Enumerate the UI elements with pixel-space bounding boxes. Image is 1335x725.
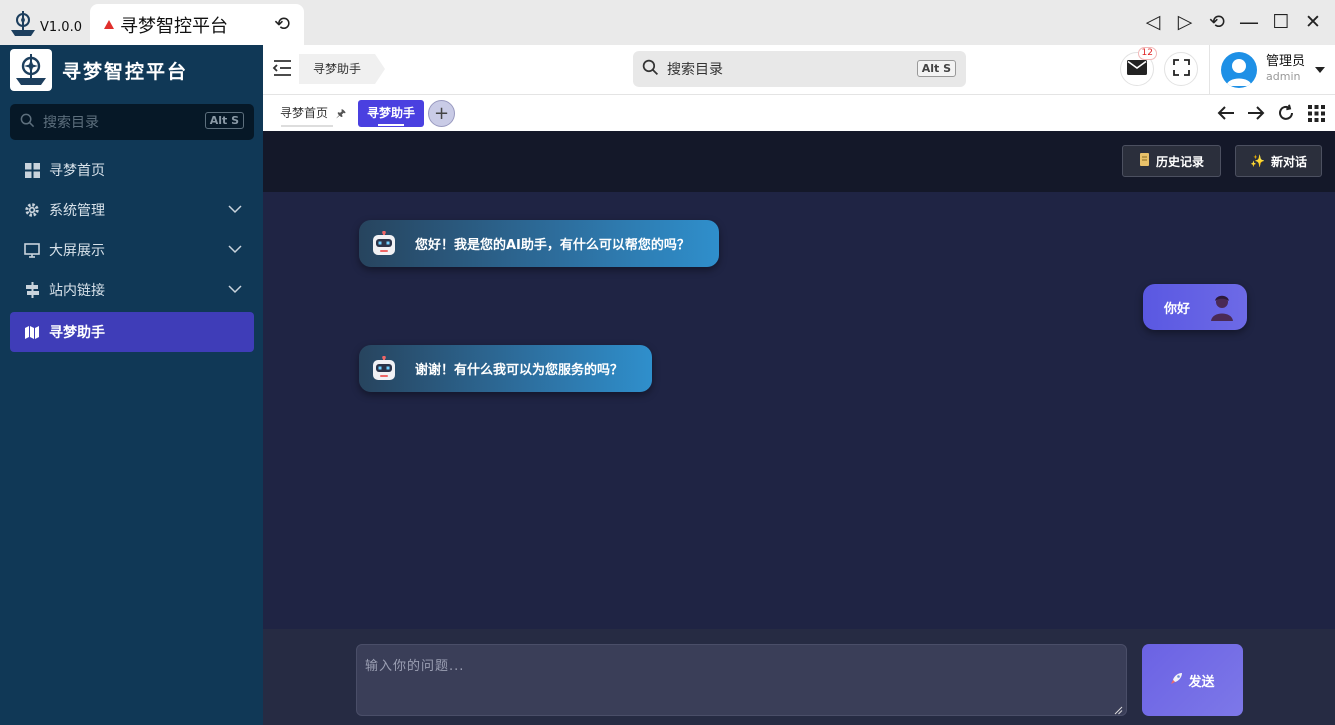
tab-home[interactable]: 寻梦首页 🖈 <box>271 100 355 127</box>
user-role: admin <box>1266 70 1301 83</box>
brand-name: 寻梦智控平台 <box>62 60 189 83</box>
menu-fold-icon[interactable] <box>272 59 292 81</box>
window-titlebar: V1.0.0 寻梦智控平台 ⟲ ◁ ▷ ⟲ — ☐ ✕ <box>0 0 1335 45</box>
gear-icon <box>24 202 40 218</box>
tab-label: 寻梦首页 <box>280 106 329 120</box>
app-logo-icon <box>6 6 40 40</box>
monitor-icon <box>24 242 40 258</box>
chevron-down-icon <box>228 282 242 298</box>
caret-down-icon[interactable] <box>1315 67 1325 73</box>
grid-icon <box>24 162 40 178</box>
sidebar-item-dashboard[interactable]: 大屏展示 <box>10 230 254 270</box>
search-icon <box>20 113 35 132</box>
map-icon <box>24 324 40 340</box>
mail-badge: 12 <box>1137 47 1157 60</box>
chat-panel: 历史记录 ✨ 新对话 您好！我是您的AI助手，有什么可以帮您的吗？ 你好 谢谢！… <box>263 131 1335 725</box>
robot-icon <box>371 230 397 257</box>
sidebar-item-home[interactable]: 寻梦首页 <box>10 150 254 190</box>
plus-icon: + <box>433 102 450 124</box>
fullscreen-icon <box>1172 58 1190 80</box>
send-label: 发送 <box>1188 673 1215 689</box>
fullscreen-button[interactable] <box>1164 52 1198 86</box>
chat-messages: 您好！我是您的AI助手，有什么可以帮您的吗？ 你好 谢谢！有什么我可以为您服务的… <box>263 192 1335 629</box>
header: 寻梦助手 搜索目录 Alt S 12 管理员 admin <box>263 45 1335 95</box>
user-message: 你好 <box>1143 284 1247 330</box>
back-icon[interactable]: ◁ <box>1137 9 1169 35</box>
header-search-placeholder: 搜索目录 <box>667 62 723 78</box>
tab-tools <box>1215 102 1327 124</box>
sidebar-search-placeholder: 搜索目录 <box>43 115 99 131</box>
tabs-bar: 寻梦首页 🖈 寻梦助手 + <box>263 95 1335 131</box>
chat-toolbar: 历史记录 ✨ 新对话 <box>263 131 1335 192</box>
maximize-icon[interactable]: ☐ <box>1265 9 1297 35</box>
avatar[interactable] <box>1221 52 1257 88</box>
app-version: V1.0.0 <box>40 20 82 35</box>
browser-tab-title: 寻梦智控平台 <box>120 15 228 37</box>
forward-icon[interactable]: ▷ <box>1169 9 1201 35</box>
sidebar-item-label: 寻梦助手 <box>49 325 105 341</box>
resize-grip-icon[interactable] <box>1114 704 1123 719</box>
message-text: 谢谢！有什么我可以为您服务的吗？ <box>415 363 624 378</box>
chevron-down-icon <box>228 242 242 258</box>
sidebar-item-assistant[interactable]: 寻梦助手 <box>10 312 254 352</box>
sparkles-icon: ✨ <box>1250 154 1265 168</box>
pin-icon[interactable]: 🖈 <box>336 107 346 120</box>
header-search-input[interactable]: 搜索目录 Alt S <box>633 51 966 87</box>
triangle-icon <box>104 20 114 29</box>
tab-label: 寻梦助手 <box>367 106 416 120</box>
history-button[interactable]: 历史记录 <box>1122 145 1221 177</box>
header-search-shortcut: Alt S <box>916 60 956 77</box>
history-label: 历史记录 <box>1155 154 1204 169</box>
sidebar-search-input[interactable]: 搜索目录 Alt S <box>10 104 254 140</box>
mail-icon <box>1127 59 1147 79</box>
sidebar-search-shortcut: Alt S <box>204 112 244 129</box>
scroll-icon <box>1139 153 1150 169</box>
message-text: 你好 <box>1164 301 1191 317</box>
sidebar-menu: 寻梦首页 系统管理 大屏展示 站内链接 寻梦助手 <box>10 150 254 352</box>
close-icon[interactable]: ✕ <box>1297 9 1329 35</box>
brand-logo-icon <box>10 49 52 91</box>
new-chat-label: 新对话 <box>1270 154 1307 169</box>
assistant-message: 谢谢！有什么我可以为您服务的吗？ <box>359 345 652 392</box>
minimize-icon[interactable]: — <box>1233 9 1265 35</box>
new-chat-button[interactable]: ✨ 新对话 <box>1235 145 1322 177</box>
refresh-icon[interactable] <box>1275 102 1297 124</box>
window-controls: ◁ ▷ ⟲ — ☐ ✕ <box>1137 9 1329 35</box>
mail-button[interactable]: 12 <box>1120 47 1157 86</box>
search-icon <box>642 59 659 80</box>
chat-input[interactable] <box>356 644 1127 716</box>
tab-assistant[interactable]: 寻梦助手 <box>358 100 425 127</box>
arrow-right-icon[interactable] <box>1245 102 1267 124</box>
sidebar-item-label: 寻梦首页 <box>49 163 105 179</box>
sidebar-item-label: 站内链接 <box>49 283 105 299</box>
apps-grid-icon[interactable] <box>1305 102 1327 124</box>
user-name: 管理员 <box>1266 54 1306 69</box>
reload-icon[interactable]: ⟲ <box>274 13 290 35</box>
header-divider <box>1209 45 1210 95</box>
chevron-down-icon <box>228 202 242 218</box>
signpost-icon <box>24 282 40 298</box>
message-text: 您好！我是您的AI助手，有什么可以帮您的吗？ <box>415 238 690 253</box>
chat-input-zone: 发送 <box>263 629 1335 725</box>
user-avatar-icon <box>1209 293 1235 325</box>
brand: 寻梦智控平台 <box>0 45 263 95</box>
add-tab-button[interactable]: + <box>428 100 455 127</box>
arrow-left-icon[interactable] <box>1215 102 1237 124</box>
rocket-icon <box>1170 672 1183 688</box>
refresh-icon[interactable]: ⟲ <box>1201 9 1233 35</box>
assistant-message: 您好！我是您的AI助手，有什么可以帮您的吗？ <box>359 220 719 267</box>
sidebar: 寻梦智控平台 搜索目录 Alt S 寻梦首页 系统管理 大屏展示 站内链接 寻梦… <box>0 45 263 725</box>
browser-tab[interactable]: 寻梦智控平台 ⟲ <box>90 4 304 45</box>
robot-icon <box>371 355 397 382</box>
send-button[interactable]: 发送 <box>1142 644 1243 716</box>
breadcrumb[interactable]: 寻梦助手 <box>299 54 386 84</box>
sidebar-item-links[interactable]: 站内链接 <box>10 270 254 310</box>
sidebar-item-label: 系统管理 <box>49 203 105 219</box>
user-info[interactable]: 管理员 admin <box>1266 54 1305 84</box>
sidebar-item-system[interactable]: 系统管理 <box>10 190 254 230</box>
sidebar-item-label: 大屏展示 <box>49 243 105 259</box>
